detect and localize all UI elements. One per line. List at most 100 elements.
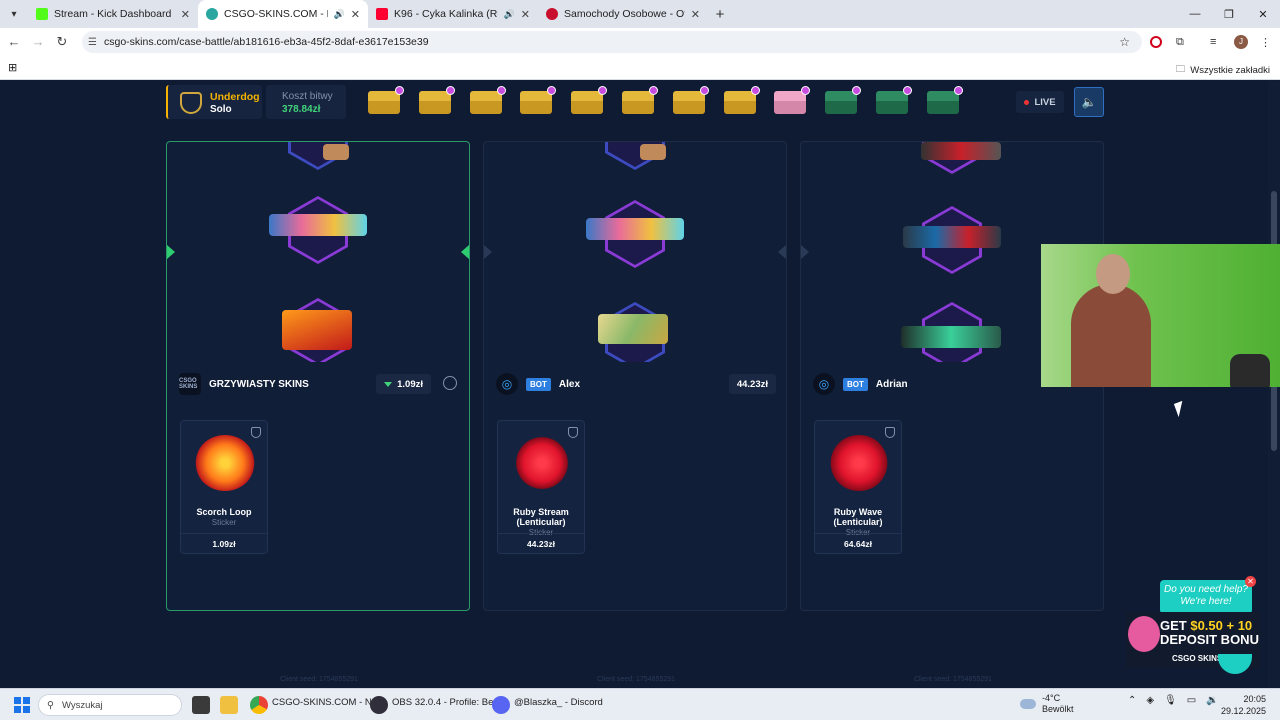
windows-start-icon[interactable] [14,697,30,713]
weapon-image [921,142,1001,160]
player-name: GRZYWIASTY SKINS [209,378,309,390]
menu-icon[interactable]: ⋮ [1260,28,1271,56]
close-icon[interactable]: ✕ [691,8,700,21]
bookmarks-bar: ⊞ 🗀 Wszystkie zakładki [0,56,1280,80]
case-pink-icon[interactable] [772,86,811,115]
reel-pointer-left-icon [167,245,175,259]
tab-youtube[interactable]: K96 - Cyka Kalinka (Russian 🔊 ✕ [368,0,538,28]
mascot-icon [1128,616,1160,652]
weapon-image [640,144,666,160]
case-gold-icon[interactable] [671,86,709,115]
microphone-icon[interactable]: 🎙 [1164,695,1177,706]
promo-line-1: GET $0.50 + 10 [1160,618,1252,633]
taskbar-item-obs[interactable]: OBS 32.0.4 - Profile: Bez [392,697,498,708]
weapon-image [586,218,684,240]
client-seed: Client seed: 1754855291 [280,676,358,683]
forward-icon[interactable]: → [26,34,50,49]
media-icon[interactable]: ≡ [1210,28,1216,56]
taskbar-item-chrome[interactable]: CSGO-SKINS.COM - Naj [272,697,379,708]
tab-csgo-skins[interactable]: CSGO-SKINS.COM - Najlep 🔊 ✕ [198,0,368,28]
volume-icon[interactable]: 🔉 [1206,695,1218,706]
case-gold-icon[interactable] [417,86,455,115]
search-placeholder: Wyszukaj [61,699,103,711]
weapon-image [269,214,367,236]
restore-icon[interactable]: ❐ [1212,0,1246,28]
taskbar-item-discord[interactable]: @Blaszka_ - Discord [514,697,603,708]
reel-pointer-left-icon [484,245,492,259]
network-icon[interactable]: ▭ [1187,695,1196,706]
case-gold-icon[interactable] [620,86,658,115]
close-icon[interactable]: ✕ [181,8,190,21]
url-field[interactable]: ☰ csgo-skins.com/case-battle/ab181616-eb… [82,31,1142,53]
opera-extension-icon[interactable] [1150,28,1162,56]
discord-icon[interactable] [492,696,510,714]
weather-widget[interactable]: -4°C Bewölkt [1020,693,1074,715]
file-explorer-icon[interactable] [220,696,238,714]
chrome-icon[interactable] [250,696,268,714]
won-item-card[interactable]: Scorch Loop Sticker 1.09zł [180,420,268,554]
chevron-up-icon[interactable]: ⌃ [1128,695,1136,706]
close-icon[interactable]: ✕ [521,8,530,21]
new-tab-button[interactable]: + [708,6,732,23]
bookmark-star-icon[interactable]: ☆ [1119,35,1130,49]
battle-header: Underdog Solo Koszt bitwy 378.84zł LIVE … [166,83,1106,121]
search-icon: ⚲ [47,699,54,711]
site-info-icon[interactable]: ☰ [88,37,97,48]
tab-otomoto[interactable]: Samochody Osobowe - Otomo ✕ [538,0,708,28]
shield-icon[interactable] [568,427,578,438]
minimize-icon[interactable]: — [1178,0,1212,28]
window-controls: — ❐ ✕ [1178,0,1280,28]
obs-icon[interactable] [370,696,388,714]
tab-kick-dashboard[interactable]: Stream - Kick Dashboard ✕ [28,0,198,28]
task-view-icon[interactable] [192,696,210,714]
won-item-card[interactable]: Ruby Wave (Lenticular) Sticker 64.64zł [814,420,902,554]
back-icon[interactable]: ← [2,34,26,49]
tab-title: K96 - Cyka Kalinka (Russian [394,8,498,20]
case-gold-icon[interactable] [722,86,760,115]
emote-icon[interactable] [443,376,457,390]
item-name: Scorch Loop [196,507,252,517]
reload-icon[interactable]: ↻ [50,34,74,50]
player-info: CSGO SKINS GRZYWIASTY SKINS 1.09zł [179,372,459,396]
streamer-body [1071,284,1151,387]
case-green-icon[interactable] [874,86,912,115]
case-green-icon[interactable] [925,86,963,115]
speaker-icon[interactable]: 🔊 [504,9,515,20]
player-total: 44.23zł [728,374,776,394]
taskbar-search[interactable]: ⚲ Wyszukaj [38,694,182,716]
won-item-card[interactable]: Ruby Stream (Lenticular) Sticker 44.23zł [497,420,585,554]
shield-icon[interactable] [885,427,895,438]
shield-icon[interactable] [251,427,261,438]
all-bookmarks-button[interactable]: 🗀 Wszystkie zakładki [1176,62,1270,78]
sticker-image [195,435,255,491]
sound-toggle-button[interactable]: 🔈 [1074,87,1104,117]
apps-grid-icon[interactable]: ⊞ [8,61,17,74]
security-icon[interactable]: ◈ [1146,695,1154,706]
case-gold-icon[interactable] [518,86,557,115]
close-icon[interactable]: ✕ [1245,576,1256,587]
live-label: LIVE [1034,96,1056,108]
case-gold-icon[interactable] [569,86,608,115]
speaker-icon[interactable]: 🔊 [334,9,345,20]
avatar[interactable]: J [1234,28,1248,56]
weapon-image [282,310,352,350]
webcam-overlay [1041,244,1280,387]
help-chat-prompt[interactable]: ✕ Do you need help? We're here! [1160,576,1256,614]
address-bar-row: ← → ↻ ☰ csgo-skins.com/case-battle/ab181… [0,28,1280,56]
tab-search-icon[interactable]: ▾ [0,0,28,28]
battle-cost: Koszt bitwy 378.84zł [266,85,346,119]
reel-pointer-right-icon [778,245,786,259]
tab-title: CSGO-SKINS.COM - Najlep [224,8,328,20]
cloud-icon [1020,699,1036,709]
case-gold-icon[interactable] [366,86,404,115]
extensions-icon[interactable]: ⧉ [1176,28,1184,56]
system-tray: ⌃ ◈ 🎙 ▭ 🔉 [1128,695,1219,706]
bot-avatar-icon: ◎ [496,373,518,395]
live-button[interactable]: LIVE [1016,91,1064,113]
close-icon[interactable]: ✕ [351,8,360,21]
clock[interactable]: 20:05 29.12.2025 [1221,693,1266,717]
case-gold-icon[interactable] [468,86,506,115]
close-window-icon[interactable]: ✕ [1246,0,1280,28]
case-green-icon[interactable] [823,86,862,115]
player-info: ◎ BOT Alex 44.23zł [496,372,776,396]
